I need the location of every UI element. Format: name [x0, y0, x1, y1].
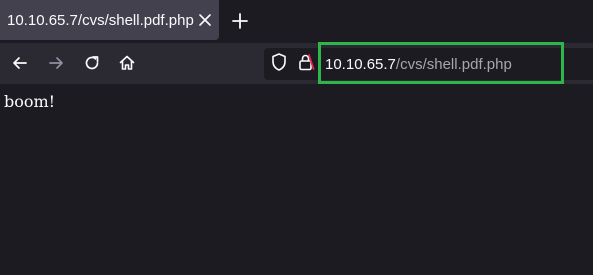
active-tab[interactable]: 10.10.65.7/cvs/shell.pdf.php	[0, 0, 219, 40]
close-icon[interactable]	[197, 12, 213, 28]
tab-title: 10.10.65.7/cvs/shell.pdf.php	[7, 12, 194, 29]
insecure-lock-icon[interactable]	[296, 52, 316, 72]
arrow-right-icon[interactable]	[46, 53, 66, 73]
tab-bar: 10.10.65.7/cvs/shell.pdf.php	[0, 0, 593, 43]
url-highlight-box	[318, 42, 564, 84]
page-body-text: boom!	[4, 92, 56, 111]
reload-icon[interactable]	[82, 53, 102, 73]
page-content: boom!	[0, 84, 593, 275]
plus-icon[interactable]	[230, 11, 250, 31]
shield-icon[interactable]	[270, 52, 288, 72]
home-icon[interactable]	[117, 53, 137, 73]
arrow-left-icon[interactable]	[10, 53, 30, 73]
